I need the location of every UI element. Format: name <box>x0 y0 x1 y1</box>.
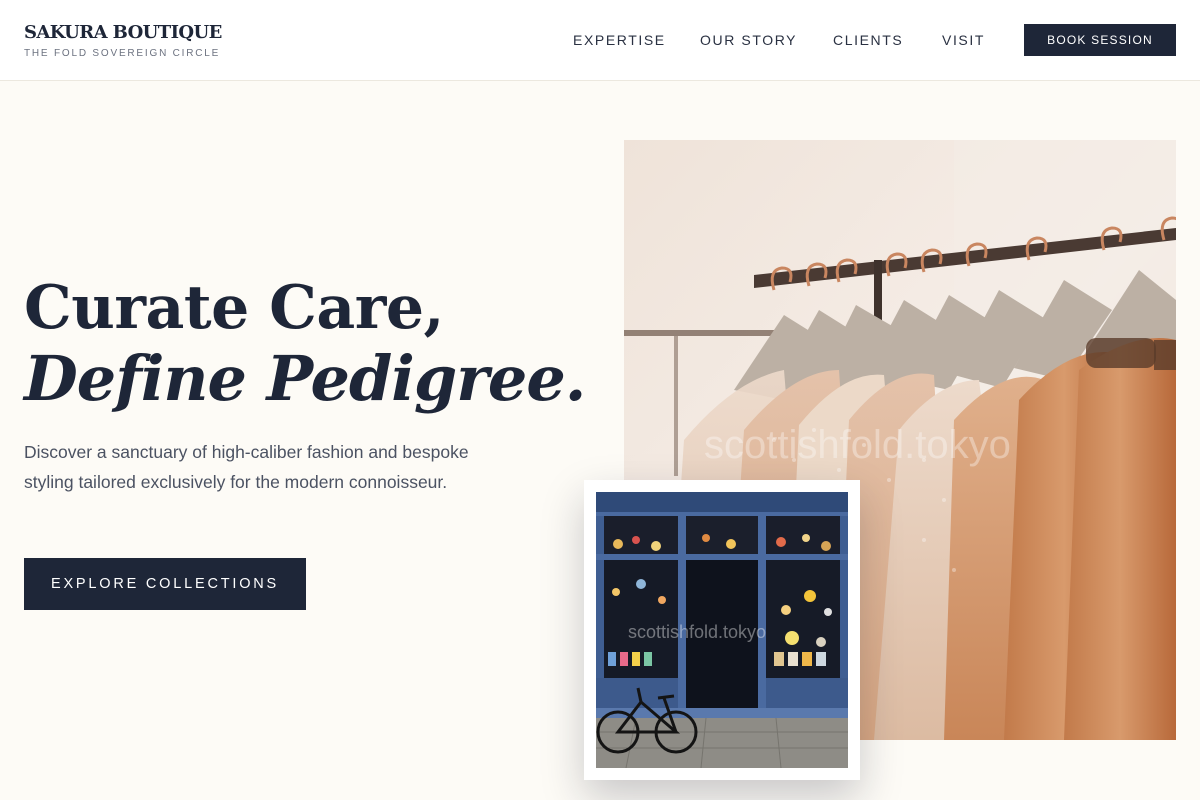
inset-image-watermark: scottishfold.tokyo <box>628 622 766 642</box>
hero-headline: Curate Care, Define Pedigree. <box>24 272 586 415</box>
hero-headline-line2: Define Pedigree. <box>24 342 586 415</box>
main-image-watermark: scottishfold.tokyo <box>704 423 1011 467</box>
main-nav: EXPERTISE OUR STORY CLIENTS VISIT <box>0 31 1200 51</box>
nav-link-our-story[interactable]: OUR STORY <box>700 31 797 49</box>
storefront-image: scottishfold.tokyo <box>596 492 848 768</box>
nav-link-expertise[interactable]: EXPERTISE <box>573 31 666 49</box>
nav-link-visit[interactable]: VISIT <box>942 31 985 49</box>
nav-link-clients[interactable]: CLIENTS <box>833 31 903 49</box>
storefront-photo-card: scottishfold.tokyo <box>584 480 860 780</box>
explore-collections-button[interactable]: EXPLORE COLLECTIONS <box>24 558 306 610</box>
hero-headline-line1: Curate Care, <box>24 273 444 343</box>
book-session-button[interactable]: BOOK SESSION <box>1024 24 1176 56</box>
hero-description: Discover a sanctuary of high-caliber fas… <box>24 442 469 492</box>
site-header: SAKURA BOUTIQUE THE FOLD SOVEREIGN CIRCL… <box>0 0 1200 81</box>
